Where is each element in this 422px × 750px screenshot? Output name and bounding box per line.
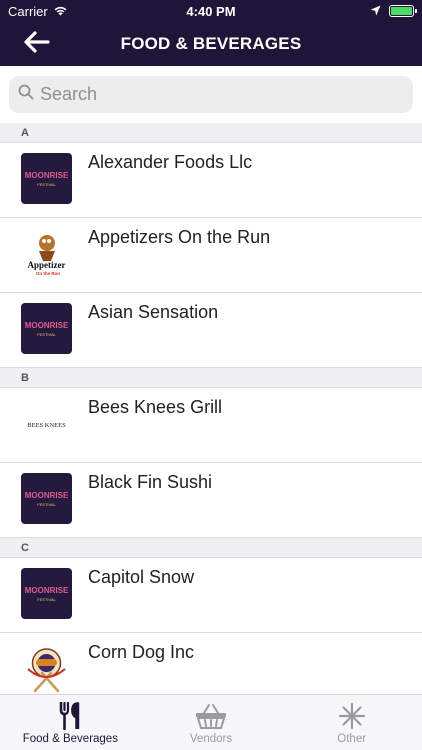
- list-item[interactable]: BEES KNEES Bees Knees Grill: [0, 388, 422, 463]
- search-bar[interactable]: [9, 76, 413, 113]
- moonrise-festival-logo: MOONRISE FESTIVAL: [21, 473, 72, 524]
- appetizers-logo-subtext: On the Run: [36, 271, 60, 276]
- tab-bar: Food & Beverages Vendors Other: [0, 694, 422, 750]
- tab-other[interactable]: Other: [281, 695, 422, 750]
- moonrise-logo-subtext: FESTIVAL: [37, 332, 56, 337]
- moonrise-logo-text: MOONRISE: [25, 321, 69, 330]
- moonrise-logo-subtext: FESTIVAL: [37, 182, 56, 187]
- moonrise-festival-logo: MOONRISE FESTIVAL: [21, 303, 72, 354]
- list-item[interactable]: MOONRISE FESTIVAL Alexander Foods Llc: [0, 143, 422, 218]
- moonrise-logo-text: MOONRISE: [25, 586, 69, 595]
- list-item[interactable]: MOONRISE FESTIVAL Black Fin Sushi: [0, 463, 422, 538]
- moonrise-festival-logo: MOONRISE FESTIVAL: [21, 568, 72, 619]
- nav-bar: FOOD & BEVERAGES: [0, 22, 422, 66]
- corn-dog-logo: [21, 643, 72, 694]
- moonrise-logo-text: MOONRISE: [25, 171, 69, 180]
- vendor-name: Appetizers On the Run: [88, 227, 271, 247]
- search-icon: [18, 84, 34, 105]
- arrow-left-icon: [24, 30, 50, 58]
- fork-knife-icon: [59, 701, 81, 731]
- battery-icon: [389, 5, 417, 17]
- appetizers-on-the-run-logo: Appetizer On the Run: [21, 228, 72, 279]
- bees-knees-logo-text: BEES KNEES: [27, 422, 66, 429]
- list-item[interactable]: Corn Dog Inc: [0, 633, 422, 694]
- vendor-name: Black Fin Sushi: [88, 472, 213, 492]
- tab-vendors[interactable]: Vendors: [141, 695, 282, 750]
- vendor-name: Bees Knees Grill: [88, 397, 223, 417]
- search-bar-container: [0, 66, 422, 123]
- vendor-name: Asian Sensation: [88, 302, 219, 322]
- appetizers-logo-text: Appetizer: [28, 260, 66, 270]
- list-item[interactable]: MOONRISE FESTIVAL Asian Sensation: [0, 293, 422, 368]
- vendor-name: Alexander Foods Llc: [88, 152, 253, 172]
- moonrise-logo-subtext: FESTIVAL: [37, 597, 56, 602]
- bees-knees-logo: BEES KNEES: [21, 398, 72, 449]
- moonrise-logo-text: MOONRISE: [25, 491, 69, 500]
- section-header-c: C: [0, 538, 422, 558]
- section-header-a: A: [0, 123, 422, 143]
- tab-label: Vendors: [189, 733, 233, 745]
- section-header-b: B: [0, 368, 422, 388]
- asterisk-icon: [338, 701, 366, 731]
- top-bar: Carrier 4:40 PM FOOD & BEVERAGES: [0, 0, 422, 66]
- page-title: FOOD & BEVERAGES: [120, 34, 302, 53]
- moonrise-logo-subtext: FESTIVAL: [37, 502, 56, 507]
- vendor-name: Corn Dog Inc: [88, 642, 195, 662]
- vendor-list[interactable]: A MOONRISE FESTIVAL Alexander Foods Llc A…: [0, 123, 422, 694]
- tab-label: Food & Beverages: [22, 733, 118, 745]
- tab-food-beverages[interactable]: Food & Beverages: [0, 695, 141, 750]
- basket-icon: [195, 701, 227, 731]
- search-input[interactable]: [40, 84, 380, 105]
- list-item[interactable]: Appetizer On the Run Appetizers On the R…: [0, 218, 422, 293]
- status-bar: Carrier 4:40 PM: [0, 0, 422, 22]
- vendor-name: Capitol Snow: [88, 567, 195, 587]
- status-time: 4:40 PM: [186, 3, 236, 19]
- tab-label: Other: [337, 733, 367, 745]
- list-item[interactable]: MOONRISE FESTIVAL Capitol Snow: [0, 558, 422, 633]
- back-button[interactable]: [22, 30, 52, 58]
- moonrise-festival-logo: MOONRISE FESTIVAL: [21, 153, 72, 204]
